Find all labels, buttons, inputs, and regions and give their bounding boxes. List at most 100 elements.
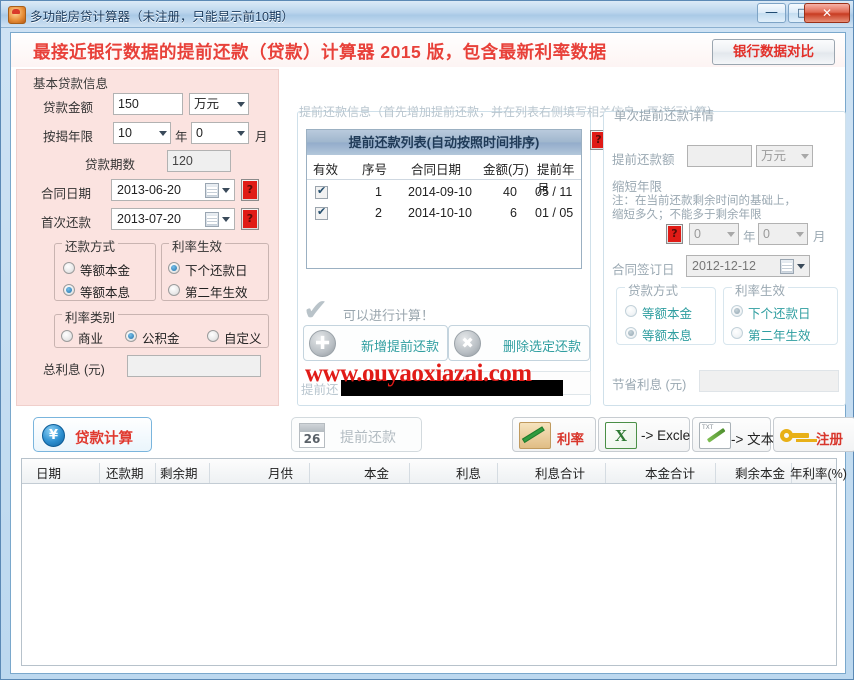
radio-rate-next-year[interactable]: 第二年生效 — [168, 282, 248, 301]
contract-date-label: 合同日期 — [41, 187, 92, 201]
add-prepayment-button[interactable]: 新增提前还款 — [303, 325, 448, 361]
radio-rate-fund[interactable]: 公积金 — [125, 328, 180, 347]
chevron-down-icon — [801, 154, 809, 159]
rate-chart-icon — [519, 422, 551, 449]
register-button[interactable]: 注册 — [773, 417, 854, 452]
first-repay-date-input[interactable]: 2013-07-20 — [111, 208, 235, 230]
radio-label: 第二年生效 — [185, 286, 248, 300]
row-index: 1 — [375, 185, 382, 199]
title-bar: 多功能房贷计算器（未注册，只能显示前10期） — □ ✕ — [1, 1, 853, 28]
shorten-years-value: 0 — [694, 227, 701, 241]
calendar-day: 26 — [303, 432, 321, 446]
sign-date-label: 合同签订日 — [612, 263, 675, 277]
table-row[interactable]: 2 2014-10-10 6 01 / 05 — [307, 203, 581, 224]
column-amount: 金额(万) — [483, 163, 529, 177]
minimize-button[interactable]: — — [757, 3, 786, 23]
radio-label: 商业 — [78, 332, 104, 346]
radio-right-rate-next-due[interactable]: 下个还款日 — [731, 303, 811, 322]
row-checkbox[interactable] — [315, 184, 328, 199]
row-amount: 6 — [510, 206, 517, 220]
export-excel-label: -> Excle — [641, 428, 691, 443]
key-icon — [780, 424, 810, 448]
radio-dot-icon — [125, 330, 137, 342]
months-unit-label: 月 — [255, 130, 268, 144]
results-grid[interactable]: 日期 还款期 剩余期 月供 本金 利息 利息合计 本金合计 剩余本金 年利率(%… — [21, 458, 847, 666]
delete-prepayment-button[interactable]: 删除选定还款 — [448, 325, 590, 361]
status-text: 可以进行计算！ — [343, 308, 435, 323]
first-repay-label: 首次还款 — [41, 216, 92, 230]
app-icon — [8, 6, 26, 24]
contract-date-help-button[interactable]: ? — [241, 179, 259, 201]
grid-col-interest: 利息 — [455, 467, 481, 481]
saved-interest-label: 节省利息 (元) — [612, 378, 687, 392]
radio-right-rate-next-year[interactable]: 第二年生效 — [731, 325, 811, 344]
row-advance: 05 / 11 — [535, 185, 573, 199]
mortgage-years-label: 按揭年限 — [43, 130, 94, 144]
calendar-icon: 26 — [299, 423, 325, 448]
calendar-icon — [205, 183, 219, 198]
loan-amount-input[interactable]: 150 — [113, 93, 183, 115]
add-prepayment-label: 新增提前还款 — [360, 339, 439, 354]
rate-button[interactable]: 利率 — [512, 417, 596, 452]
close-icon: ✕ — [821, 6, 833, 20]
shorten-years-select[interactable]: 0 — [689, 223, 739, 245]
radio-dot-icon — [625, 327, 637, 339]
rate-type-group-label: 利率类别 — [62, 307, 119, 326]
prepayment-calc-label: 提前还款 — [340, 429, 396, 445]
radio-repay-equal-principal[interactable]: 等额本金 — [63, 260, 130, 279]
minimize-icon: — — [765, 5, 778, 20]
mortgage-months-value: 0 — [196, 126, 203, 140]
radio-loan-equal-installment[interactable]: 等额本息 — [625, 325, 692, 344]
shorten-months-select[interactable]: 0 — [758, 223, 808, 245]
close-button[interactable]: ✕ — [804, 3, 850, 23]
prepay-amount-unit-select[interactable]: 万元 — [756, 145, 813, 167]
grid-col-date: 日期 — [36, 467, 62, 481]
radio-label: 下个还款日 — [185, 264, 248, 278]
export-excel-button[interactable]: X -> Excle — [598, 417, 690, 452]
prepay-amount-input[interactable] — [687, 145, 752, 167]
single-prepayment-detail-title: 单次提前还款详情 — [614, 109, 715, 123]
periods-label: 贷款期数 — [85, 158, 136, 172]
repay-method-group-label: 还款方式 — [62, 236, 119, 255]
mortgage-months-select[interactable]: 0 — [191, 122, 249, 144]
radio-label: 公积金 — [142, 332, 180, 346]
table-row[interactable]: 1 2014-09-10 40 05 / 11 — [307, 182, 581, 203]
question-mark-icon: ? — [668, 226, 681, 242]
prepay-amount-label: 提前还款额 — [612, 153, 675, 167]
radio-label: 等额本金 — [642, 307, 693, 321]
shorten-help-button[interactable]: ? — [666, 224, 683, 244]
radio-rate-commercial[interactable]: 商业 — [61, 328, 103, 347]
radio-dot-icon — [63, 262, 75, 274]
contract-date-input[interactable]: 2013-06-20 — [111, 179, 235, 201]
calculate-loan-label: 贷款计算 — [75, 431, 133, 447]
row-advance: 01 / 05 — [535, 206, 574, 220]
radio-rate-next-due[interactable]: 下个还款日 — [168, 260, 248, 279]
first-repay-help-button[interactable]: ? — [241, 208, 259, 230]
grid-col-remaining-period: 剩余期 — [160, 467, 198, 481]
mortgage-years-select[interactable]: 10 — [113, 122, 171, 144]
radio-dot-icon — [207, 330, 219, 342]
radio-repay-equal-installment[interactable]: 等额本息 — [63, 282, 130, 301]
total-interest-value — [127, 355, 261, 377]
export-text-label: -> 文本 — [731, 432, 775, 447]
grid-col-annual-rate: 年利率(%) — [790, 467, 847, 481]
row-amount: 40 — [503, 185, 517, 199]
prepayment-list-columns: 有效 序号 合同日期 金额(万) 提前年月 — [307, 155, 581, 196]
first-repay-date-value: 2013-07-20 — [117, 212, 181, 226]
radio-dot-icon — [168, 262, 180, 274]
radio-loan-equal-principal[interactable]: 等额本金 — [625, 303, 692, 322]
plus-circle-icon — [309, 330, 336, 357]
radio-rate-custom[interactable]: 自定义 — [207, 328, 262, 347]
grid-col-monthly: 月供 — [267, 467, 293, 481]
radio-dot-icon — [731, 305, 743, 317]
calculate-loan-button[interactable]: ¥ 贷款计算 — [33, 417, 152, 452]
export-text-button[interactable]: -> 文本 — [692, 417, 775, 452]
bank-compare-button[interactable]: 银行数据对比 — [712, 39, 835, 65]
excel-icon: X — [605, 422, 637, 449]
loan-amount-unit-select[interactable]: 万元 — [189, 93, 249, 115]
sign-date-input[interactable]: 2012-12-12 — [686, 255, 810, 277]
prepayment-calc-button[interactable]: 26 提前还款 — [291, 417, 422, 452]
radio-dot-icon — [731, 327, 743, 339]
total-interest-label: 总利息 (元) — [43, 363, 105, 377]
row-checkbox[interactable] — [315, 205, 328, 220]
